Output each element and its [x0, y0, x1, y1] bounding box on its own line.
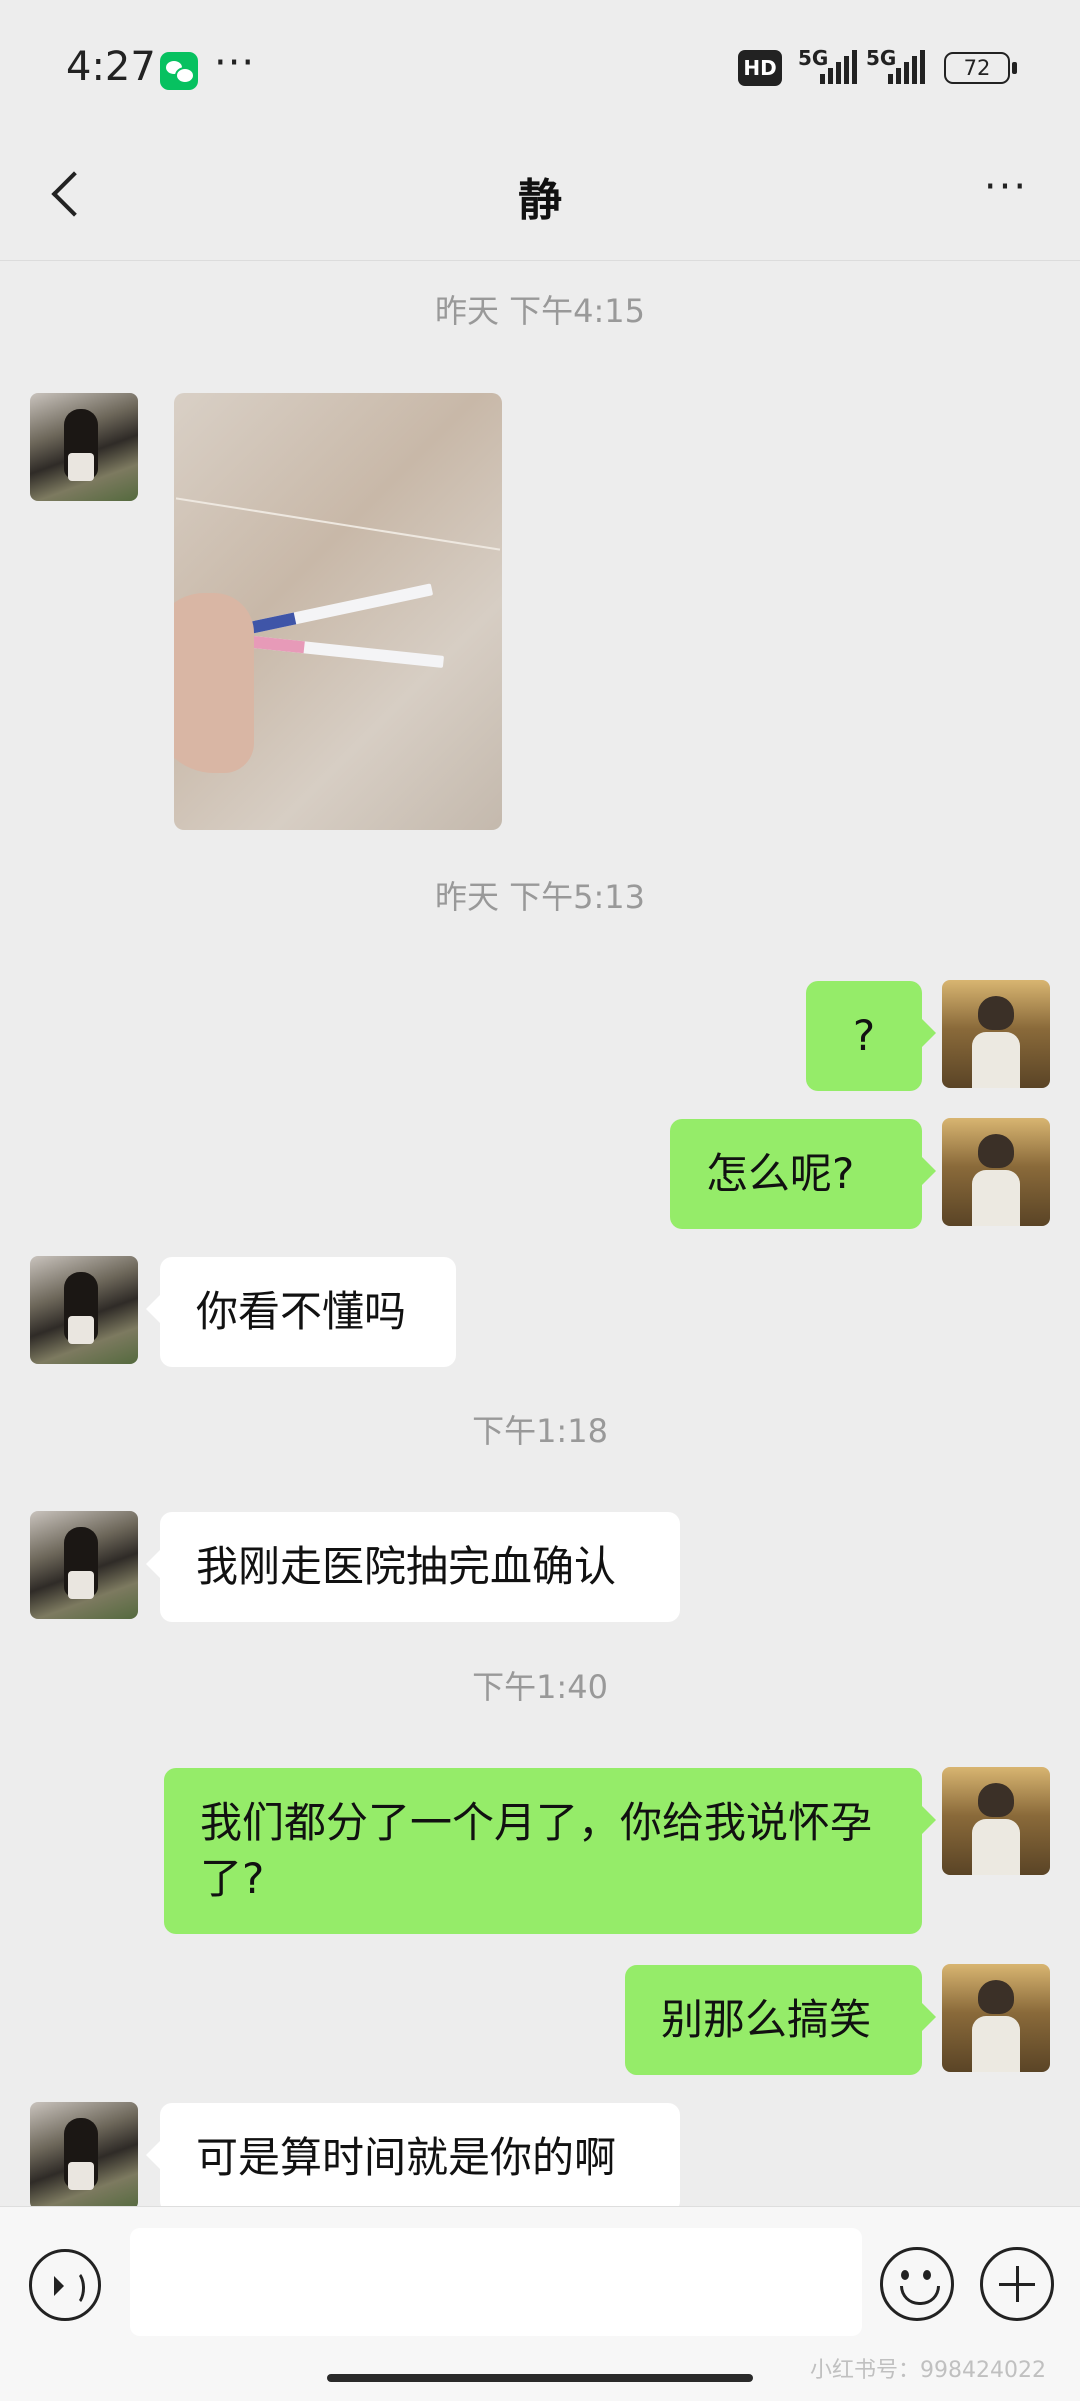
image-detail	[174, 593, 254, 773]
more-options-button[interactable]: ···	[976, 164, 1036, 224]
home-indicator[interactable]	[327, 2374, 753, 2382]
wechat-icon	[160, 52, 198, 90]
avatar[interactable]	[30, 393, 138, 501]
emoji-icon[interactable]	[880, 2247, 954, 2321]
image-message[interactable]	[174, 393, 502, 830]
signal-icon	[820, 48, 857, 84]
avatar[interactable]	[30, 1511, 138, 1619]
message-bubble[interactable]: 怎么呢?	[670, 1119, 936, 1229]
image-detail	[244, 583, 434, 635]
message-bubble[interactable]: ?	[806, 981, 936, 1091]
avatar[interactable]	[30, 1256, 138, 1364]
avatar[interactable]	[30, 2102, 138, 2210]
message-bubble[interactable]: 我们都分了一个月了，你给我说怀孕了?	[164, 1768, 936, 1934]
signal-icon	[888, 48, 925, 84]
chat-header: 静 ···	[0, 130, 1080, 261]
plus-icon[interactable]	[980, 2247, 1054, 2321]
timestamp: 下午1:18	[472, 1412, 608, 1450]
status-bar: 4:27 ··· HD 5G 5G 72	[0, 0, 1080, 130]
message-input[interactable]	[130, 2228, 862, 2336]
timestamp: 下午1:40	[472, 1668, 608, 1706]
timestamp: 昨天 下午4:15	[434, 292, 646, 330]
message-bubble[interactable]: 可是算时间就是你的啊	[146, 2103, 680, 2213]
avatar[interactable]	[942, 1118, 1050, 1226]
image-detail	[175, 497, 501, 551]
message-bubble[interactable]: 你看不懂吗	[146, 1257, 456, 1367]
image-detail	[233, 634, 445, 668]
watermark: 小红书号：998424022	[810, 2358, 1046, 2383]
avatar[interactable]	[942, 1964, 1050, 2072]
chat-title: 静	[518, 175, 562, 226]
battery-icon: 72	[944, 52, 1017, 84]
avatar[interactable]	[942, 1767, 1050, 1875]
message-bubble[interactable]: 别那么搞笑	[625, 1965, 936, 2075]
avatar[interactable]	[942, 980, 1050, 1088]
message-bubble[interactable]: 我刚走医院抽完血确认	[146, 1512, 680, 1622]
voice-icon[interactable]	[29, 2249, 101, 2321]
timestamp: 昨天 下午5:13	[434, 878, 646, 916]
status-more-dots: ···	[214, 40, 256, 86]
status-time: 4:27	[66, 44, 156, 90]
hd-icon: HD	[738, 50, 782, 86]
